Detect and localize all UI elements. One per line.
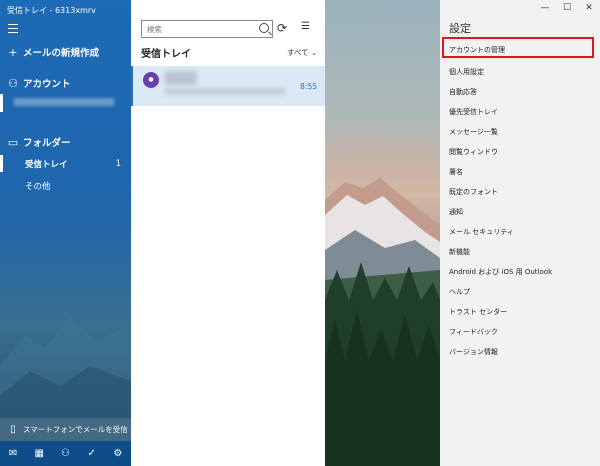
settings-item-feedback[interactable]: フィードバック	[449, 327, 498, 337]
settings-item-about[interactable]: バージョン情報	[449, 347, 498, 357]
settings-item-help[interactable]: ヘルプ	[449, 287, 470, 297]
maximize-button[interactable]: ☐	[556, 0, 578, 16]
settings-item-trust-center[interactable]: トラスト センター	[449, 307, 507, 317]
person-icon: ⚇	[8, 76, 18, 90]
todo-icon[interactable]: ✓	[84, 448, 100, 459]
phone-promo-link[interactable]: ▯ スマートフォンでメールを受信	[0, 418, 131, 441]
settings-item-personalization[interactable]: 個人用設定	[449, 67, 484, 77]
calendar-icon[interactable]: ▦	[31, 448, 47, 459]
settings-item-mail-security[interactable]: メール セキュリティ	[449, 227, 514, 237]
inbox-unread-count: 1	[115, 159, 121, 169]
settings-title: 設定	[449, 22, 471, 35]
settings-item-message-list[interactable]: メッセージ一覧	[449, 127, 498, 137]
navigation-pane: 受信トレイ - 6313xmrv + メールの新規作成 ⚇ アカウント ▭ フォ…	[0, 0, 131, 466]
filter-label: すべて	[287, 48, 309, 57]
window-controls: — ☐ ✕	[534, 0, 600, 16]
phone-icon: ▯	[10, 424, 16, 435]
settings-gear-icon[interactable]: ⚙	[110, 448, 126, 459]
settings-pane: — ☐ ✕ 設定 アカウントの管理 個人用設定 自動応答 優先受信トレイ メッセ…	[440, 0, 600, 466]
account-header[interactable]: ⚇ アカウント	[0, 75, 131, 91]
settings-item-whats-new[interactable]: 新機能	[449, 247, 470, 257]
settings-item-default-font[interactable]: 既定のフォント	[449, 187, 498, 197]
mountain-landscape	[325, 178, 440, 466]
account-email-redacted[interactable]	[14, 98, 114, 106]
selection-mode-icon[interactable]: ☰	[301, 21, 310, 32]
background-mountains	[0, 316, 131, 426]
minimize-button[interactable]: —	[534, 0, 556, 16]
close-button[interactable]: ✕	[578, 0, 600, 16]
background-photo	[325, 0, 440, 466]
folders-label: フォルダー	[23, 138, 71, 149]
folder-item-other[interactable]: その他	[0, 178, 131, 194]
settings-item-focused-inbox[interactable]: 優先受信トレイ	[449, 107, 498, 117]
search-placeholder: 検索	[147, 25, 162, 34]
folders-header[interactable]: ▭ フォルダー	[0, 134, 131, 150]
phone-promo-label: スマートフォンでメールを受信	[23, 425, 128, 434]
app-switcher-bar: ✉ ▦ ⚇ ✓ ⚙	[0, 441, 131, 466]
folder-icon: ▭	[7, 135, 19, 149]
account-label: アカウント	[23, 79, 71, 90]
settings-item-reading-pane[interactable]: 閲覧ウィンドウ	[449, 147, 498, 157]
mail-icon[interactable]: ✉	[5, 448, 21, 459]
new-mail-label: メールの新規作成	[23, 48, 100, 59]
message-time: 8:55	[300, 82, 317, 91]
other-label: その他	[25, 182, 51, 192]
subject-redacted	[165, 88, 285, 95]
inbox-label: 受信トレイ	[25, 160, 68, 170]
settings-item-notifications[interactable]: 通知	[449, 207, 463, 217]
filter-dropdown[interactable]: すべて ⌄	[287, 47, 317, 58]
message-list-item[interactable]: ● 8:55	[131, 66, 327, 106]
sender-redacted	[165, 71, 197, 85]
search-input[interactable]: 検索	[141, 20, 273, 38]
search-icon[interactable]	[259, 23, 269, 33]
settings-item-signature[interactable]: 署名	[449, 167, 463, 177]
settings-item-outlook-mobile[interactable]: Android および iOS 用 Outlook	[449, 267, 552, 277]
folder-title: 受信トレイ	[141, 49, 191, 60]
account-selected-indicator	[0, 94, 3, 112]
folder-item-inbox[interactable]: 受信トレイ 1	[0, 156, 131, 172]
settings-item-manage-accounts[interactable]: アカウントの管理	[449, 45, 505, 55]
avatar: ●	[143, 72, 159, 88]
message-list-pane: 検索 ⟳ ☰ 受信トレイ すべて ⌄ ● 8:55	[131, 0, 327, 466]
plus-icon: +	[8, 45, 18, 59]
window-title: 受信トレイ - 6313xmrv	[7, 6, 96, 15]
settings-item-auto-reply[interactable]: 自動応答	[449, 87, 477, 97]
new-mail-button[interactable]: + メールの新規作成	[0, 44, 131, 60]
people-icon[interactable]: ⚇	[57, 448, 73, 459]
hamburger-menu-icon[interactable]	[8, 24, 18, 36]
sync-icon[interactable]: ⟳	[277, 21, 287, 35]
chevron-down-icon: ⌄	[311, 48, 318, 57]
